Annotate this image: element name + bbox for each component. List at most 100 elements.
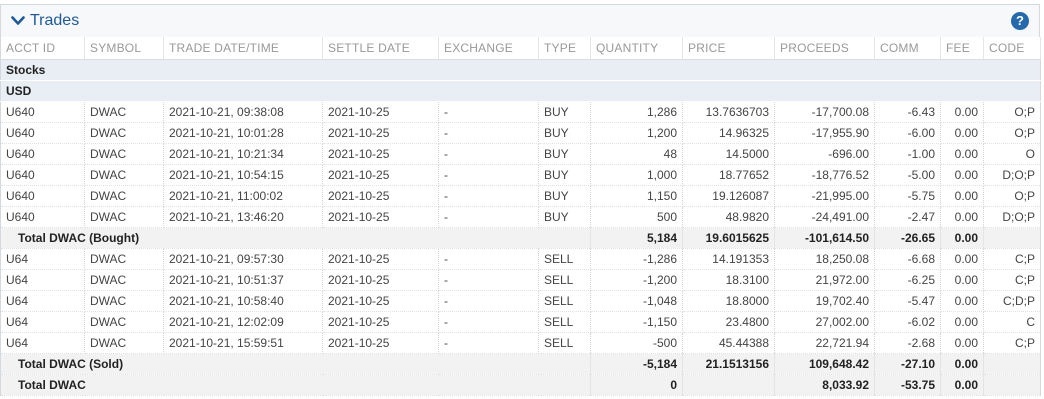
cell-exchange: - (438, 311, 539, 333)
col-header-acct-id[interactable]: ACCT ID (0, 37, 85, 60)
col-header-type[interactable]: TYPE (538, 37, 591, 60)
cell-comm: -6.00 (874, 122, 941, 144)
cell-price: 18.77652 (682, 164, 775, 186)
cell-code: O (983, 143, 1041, 165)
cell-code: C;P (983, 248, 1041, 270)
total-label: Total DWAC (Bought) (0, 227, 591, 249)
trade-row[interactable]: U64 DWAC 2021-10-21, 10:51:37 2021-10-25- SE… (0, 269, 1041, 291)
trade-row[interactable]: U640 DWAC 2021-10-21, 10:54:15 2021-10-25- B… (0, 164, 1041, 186)
currency-row: USD (0, 80, 1041, 102)
cell-exchange: - (438, 332, 539, 354)
cell-type: BUY (538, 101, 591, 123)
cell-type: SELL (538, 248, 591, 270)
cell-code: C;P (983, 269, 1041, 291)
cell-acct-id: U64 (0, 332, 85, 354)
col-header-proceeds[interactable]: PROCEEDS (774, 37, 875, 60)
cell-symbol: DWAC (84, 248, 164, 270)
col-header-quantity[interactable]: QUANTITY (590, 37, 683, 60)
cell-trade-date-time: 2021-10-21, 12:02:09 (163, 311, 323, 333)
cell-fee: 0.00 (940, 290, 984, 312)
col-header-exchange[interactable]: EXCHANGE (438, 37, 539, 60)
cell-fee: 0.00 (940, 311, 984, 333)
trade-row[interactable]: U640 DWAC 2021-10-21, 10:01:28 2021-10-25- B… (0, 122, 1041, 144)
cell-quantity: 48 (590, 143, 683, 165)
trade-row[interactable]: U64 DWAC 2021-10-21, 09:57:30 2021-10-25- SE… (0, 248, 1041, 270)
cell-comm: -6.02 (874, 311, 941, 333)
col-header-symbol[interactable]: SYMBOL (84, 37, 164, 60)
cell-type: BUY (538, 206, 591, 228)
trade-row[interactable]: U640 DWAC 2021-10-21, 11:00:02 2021-10-25- B… (0, 185, 1041, 207)
cell-trade-date-time: 2021-10-21, 15:59:51 (163, 332, 323, 354)
cell-trade-date-time: 2021-10-21, 11:00:02 (163, 185, 323, 207)
cell-quantity: -1,150 (590, 311, 683, 333)
cell-proceeds: 22,721.94 (774, 332, 875, 354)
cell-price: 14.5000 (682, 143, 775, 165)
cell-price: 48.9820 (682, 206, 775, 228)
cell-type: SELL (538, 290, 591, 312)
cell-settle-date: 2021-10-25 (322, 101, 439, 123)
total-proceeds: 8,033.92 (774, 374, 875, 396)
cell-price: 23.4800 (682, 311, 775, 333)
cell-proceeds: -21,995.00 (774, 185, 875, 207)
total-price: 21.1513156 (682, 353, 775, 375)
cell-fee: 0.00 (940, 332, 984, 354)
cell-acct-id: U640 (0, 143, 85, 165)
col-header-trade-date-time[interactable]: TRADE DATE/TIME (163, 37, 323, 60)
cell-settle-date: 2021-10-25 (322, 185, 439, 207)
cell-price: 18.3100 (682, 269, 775, 291)
cell-symbol: DWAC (84, 143, 164, 165)
cell-quantity: 1,150 (590, 185, 683, 207)
cell-price: 45.44388 (682, 332, 775, 354)
cell-code: C;D;P (983, 290, 1041, 312)
trade-row[interactable]: U640 DWAC 2021-10-21, 10:21:34 2021-10-25- B… (0, 143, 1041, 165)
trade-row[interactable]: U64 DWAC 2021-10-21, 10:58:40 2021-10-25- SE… (0, 290, 1041, 312)
cell-symbol: DWAC (84, 332, 164, 354)
cell-symbol: DWAC (84, 122, 164, 144)
trades-collapse-toggle[interactable]: Trades (11, 12, 79, 30)
cell-symbol: DWAC (84, 290, 164, 312)
cell-fee: 0.00 (940, 185, 984, 207)
total-quantity: -5,184 (590, 353, 683, 375)
cell-symbol: DWAC (84, 164, 164, 186)
trade-row[interactable]: U64 DWAC 2021-10-21, 15:59:51 2021-10-25- SE… (0, 332, 1041, 354)
cell-quantity: 500 (590, 206, 683, 228)
total-comm: -53.75 (874, 374, 941, 396)
col-header-settle-date[interactable]: SETTLE DATE (322, 37, 439, 60)
trade-row[interactable]: U640 DWAC 2021-10-21, 09:38:08 2021-10-25- B… (0, 101, 1041, 123)
col-header-comm[interactable]: COMM (874, 37, 941, 60)
cell-settle-date: 2021-10-25 (322, 164, 439, 186)
cell-proceeds: 27,002.00 (774, 311, 875, 333)
cell-proceeds: 18,250.08 (774, 248, 875, 270)
cell-acct-id: U640 (0, 185, 85, 207)
total-code (983, 374, 1041, 396)
trade-row[interactable]: U64 DWAC 2021-10-21, 12:02:09 2021-10-25- SE… (0, 311, 1041, 333)
header-row: ACCT ID SYMBOL TRADE DATE/TIME SETTLE DA… (0, 37, 1041, 60)
help-icon[interactable]: ? (1011, 12, 1029, 30)
cell-symbol: DWAC (84, 269, 164, 291)
total-quantity: 5,184 (590, 227, 683, 249)
cell-code: O;P (983, 101, 1041, 123)
cell-comm: -5.75 (874, 185, 941, 207)
currency-label: USD (0, 80, 1041, 102)
total-label: Total DWAC (0, 374, 591, 396)
cell-exchange: - (438, 122, 539, 144)
cell-fee: 0.00 (940, 206, 984, 228)
cell-fee: 0.00 (940, 164, 984, 186)
col-header-code[interactable]: CODE (983, 37, 1041, 60)
trade-row[interactable]: U640 DWAC 2021-10-21, 13:46:20 2021-10-25- B… (0, 206, 1041, 228)
cell-code: C (983, 311, 1041, 333)
grand-total-row: Total DWAC 0 8,033.92 -53.75 0.00 (0, 374, 1041, 396)
cell-settle-date: 2021-10-25 (322, 143, 439, 165)
total-comm: -26.65 (874, 227, 941, 249)
cell-code: O;P (983, 122, 1041, 144)
cell-type: SELL (538, 332, 591, 354)
cell-code: O;P (983, 185, 1041, 207)
total-proceeds: 109,648.42 (774, 353, 875, 375)
cell-comm: -2.68 (874, 332, 941, 354)
cell-acct-id: U64 (0, 290, 85, 312)
total-sold-row: Total DWAC (Sold) -5,184 21.1513156 109,648… (0, 353, 1041, 375)
col-header-fee[interactable]: FEE (940, 37, 984, 60)
cell-proceeds: -18,776.52 (774, 164, 875, 186)
col-header-price[interactable]: PRICE (682, 37, 775, 60)
cell-settle-date: 2021-10-25 (322, 311, 439, 333)
